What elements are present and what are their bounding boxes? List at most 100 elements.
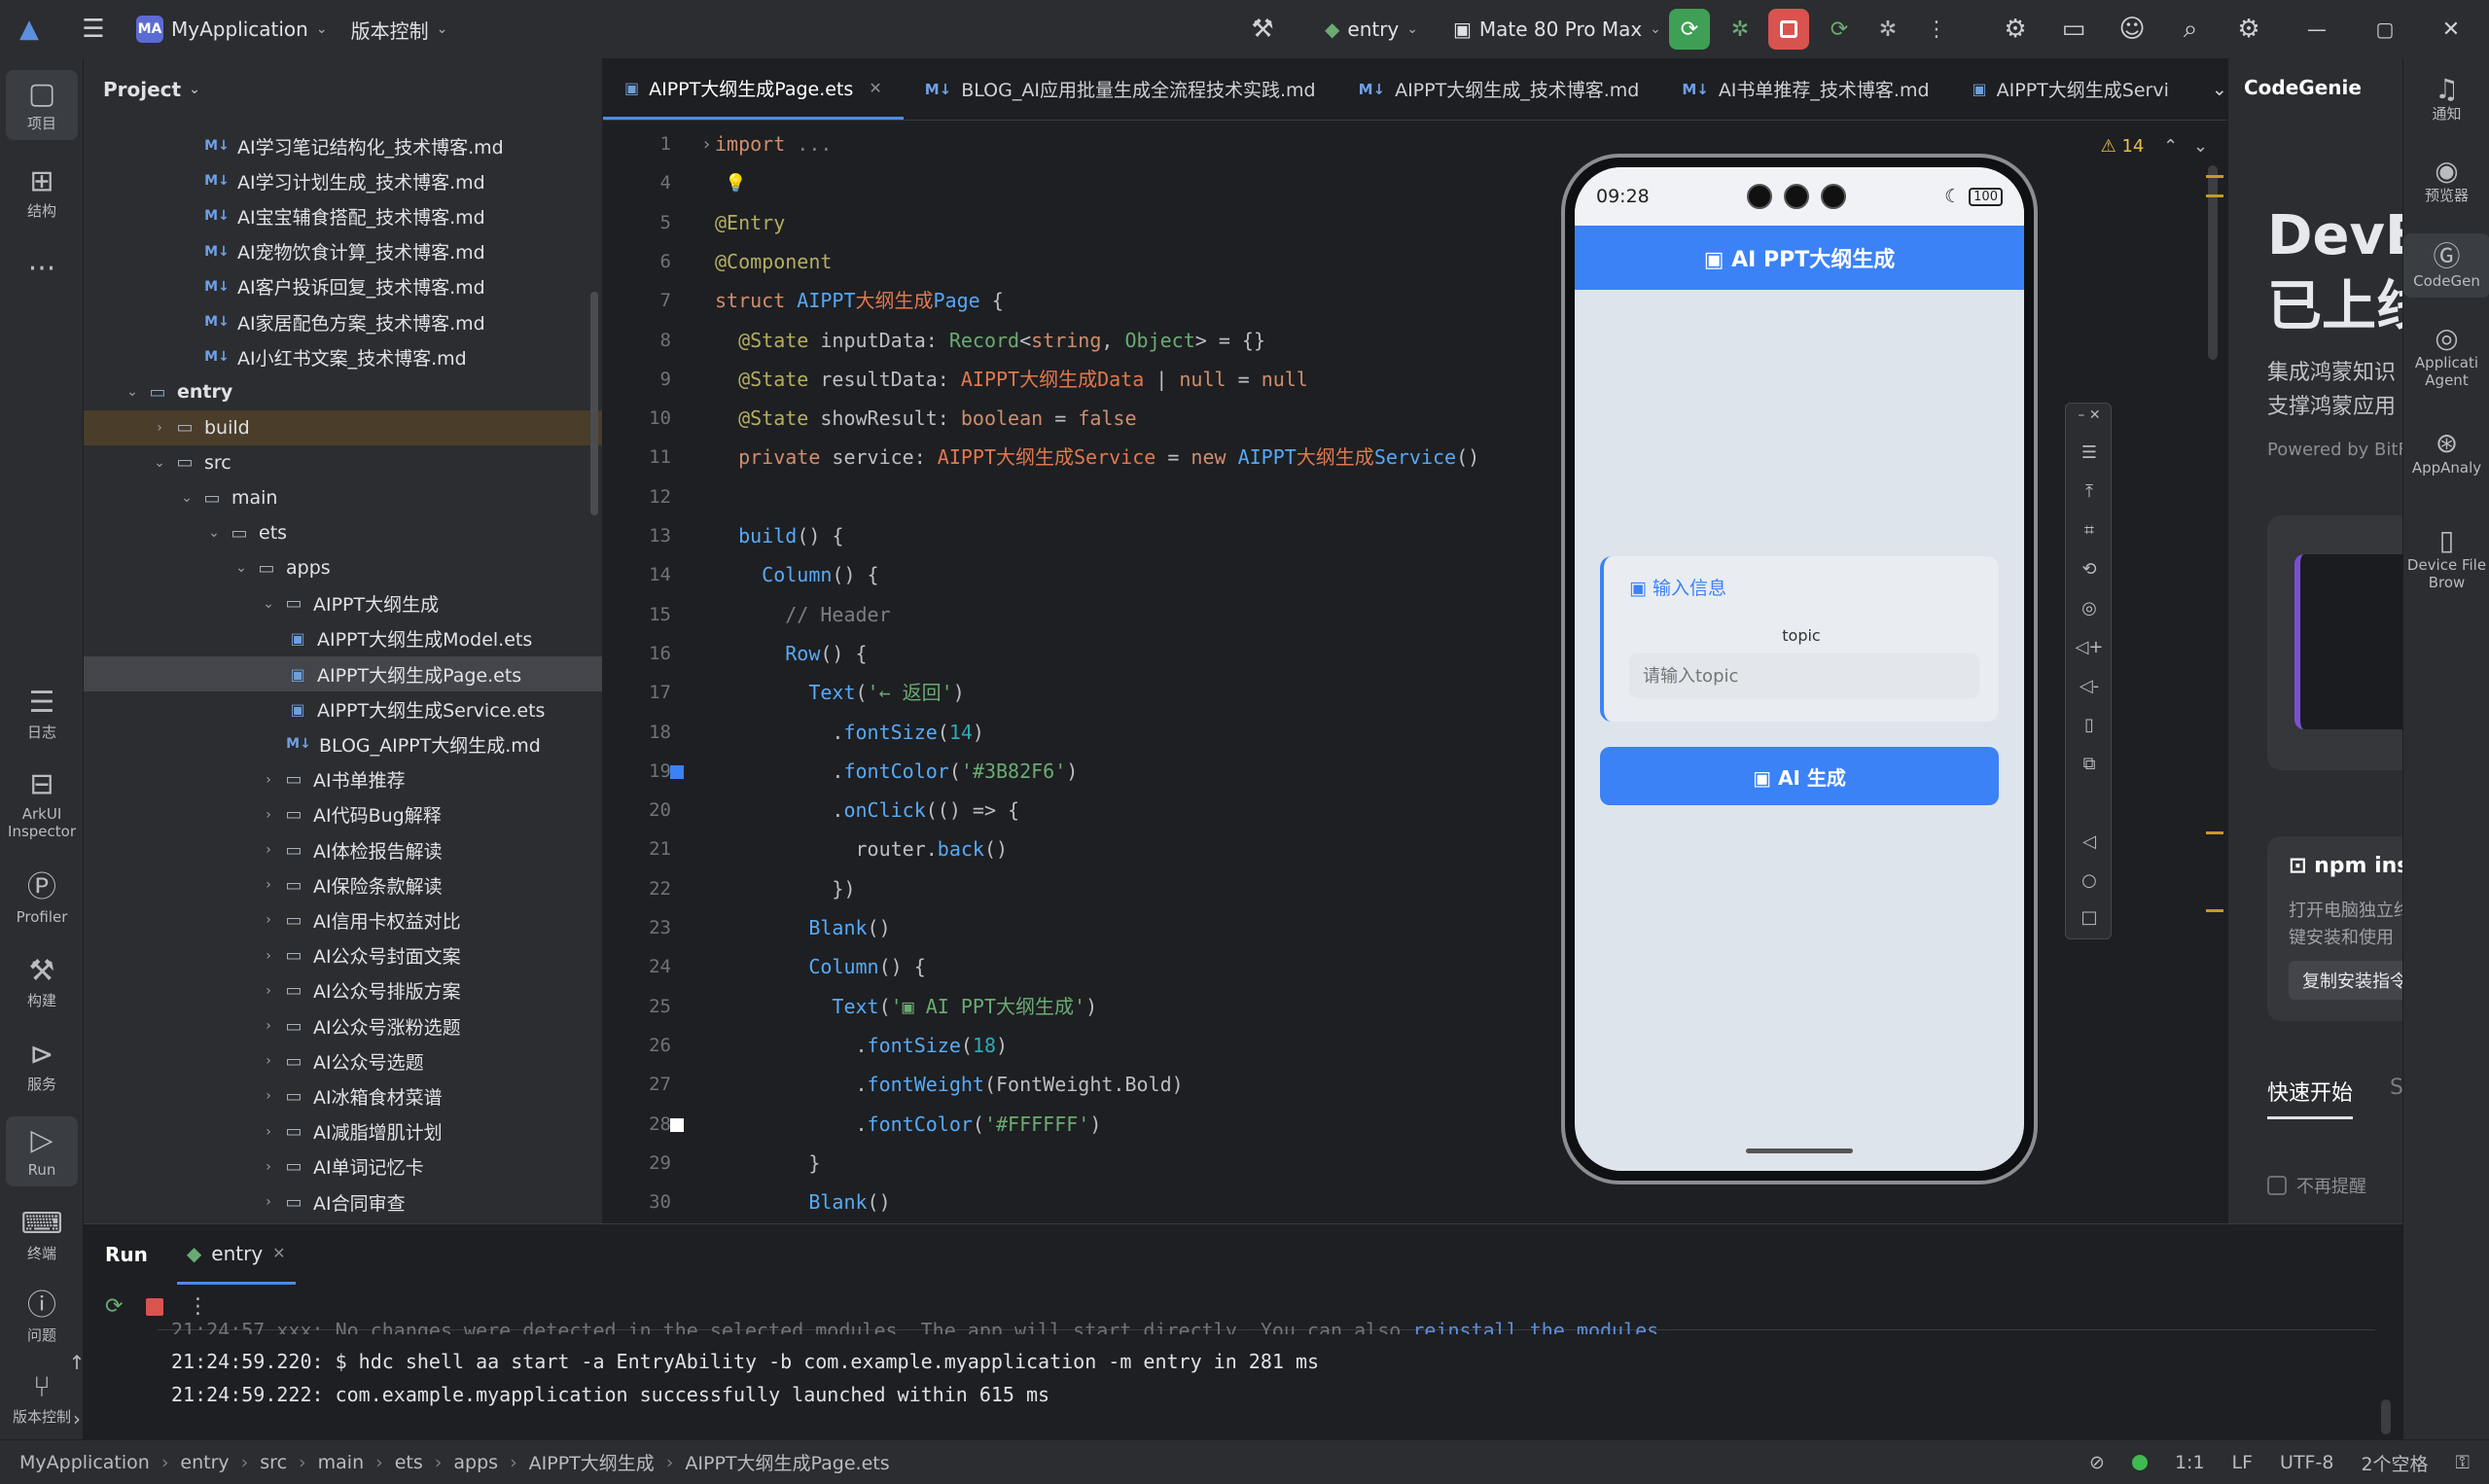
project-panel-header[interactable]: Project ⌄	[84, 58, 602, 121]
chevron-right-icon[interactable]: ›	[257, 807, 280, 823]
breadcrumb-item[interactable]: entry	[180, 1452, 229, 1473]
folder-open-icon[interactable]: ▭	[2054, 10, 2093, 49]
tree-item[interactable]: › ▭ build	[84, 409, 602, 445]
tab-skills[interactable]: Sk	[2390, 1076, 2402, 1100]
color-swatch-blue[interactable]	[670, 764, 684, 779]
device-selector[interactable]: ▣ Mate 80 Pro Max ⌄	[1443, 10, 1671, 49]
chevron-down-icon[interactable]: ⌄	[202, 525, 226, 541]
tree-item[interactable]: M↓ AI宠物饮食计算_技术博客.md	[84, 234, 602, 269]
tree-item[interactable]: ⌄ ▭ apps	[84, 550, 602, 585]
settings-gear-icon[interactable]: ⚙	[2229, 10, 2268, 49]
tool-build[interactable]: ⚒ 构建	[0, 955, 84, 1010]
color-swatch-white[interactable]	[670, 1117, 684, 1132]
chevron-right-icon[interactable]: ›	[257, 983, 280, 999]
breadcrumb-item[interactable]: AIPPT大纲生成	[529, 1449, 655, 1475]
tree-item[interactable]: › ▭ AI冰箱食材菜谱	[84, 1078, 602, 1113]
stop-icon[interactable]	[146, 1297, 164, 1316]
chevron-right-icon[interactable]: ›	[257, 1053, 280, 1069]
tree-item[interactable]: › ▭ AI保险条款解读	[84, 867, 602, 902]
tree-item[interactable]: M↓ AI小红书文案_技术博客.md	[84, 339, 602, 374]
crop-icon[interactable]: ⌗	[2066, 520, 2113, 541]
tab-page-ets[interactable]: ▣ AIPPT大纲生成Page.ets ✕	[603, 58, 904, 120]
apply-changes-button[interactable]: ⟳	[1819, 9, 1860, 50]
project-scrollbar[interactable]	[590, 292, 598, 515]
warning-indicator[interactable]: ⚠ 14 ⌃ ⌄	[2101, 136, 2208, 157]
tree-item[interactable]: M↓ AI宝宝辅食搭配_技术博客.md	[84, 198, 602, 233]
tree-item[interactable]: › ▭ AI单词记忆卡	[84, 1149, 602, 1184]
warning-marker[interactable]	[2206, 909, 2223, 912]
tool-codegenie[interactable]: Ⓖ CodeGen	[2403, 233, 2489, 298]
caret-position[interactable]: 1:1	[2175, 1452, 2205, 1473]
close-tab-icon[interactable]: ✕	[869, 79, 881, 97]
hammer-icon[interactable]: ⚒	[1243, 10, 1282, 49]
tree-item[interactable]: ▣ AIPPT大纲生成Page.ets	[84, 656, 602, 691]
tree-item[interactable]: › ▭ AI合同审查	[84, 1184, 602, 1219]
tree-item[interactable]: M↓ BLOG_AIPPT大纲生成.md	[84, 726, 602, 761]
chevron-right-icon[interactable]: ›	[257, 912, 280, 928]
rerun-button[interactable]: ⟳	[1669, 9, 1710, 50]
tab-blog-batch-md[interactable]: M↓ BLOG_AI应用批量生成全流程技术实践.md	[904, 58, 1337, 120]
dont-remind-checkbox[interactable]: 不再提醒	[2267, 1173, 2366, 1198]
tree-item[interactable]: › ▭ AI公众号封面文案	[84, 938, 602, 973]
tool-previewer[interactable]: ◉ 预览器	[2403, 156, 2489, 205]
tab-ppt-blog-md[interactable]: M↓ AIPPT大纲生成_技术博客.md	[1337, 58, 1661, 120]
copy-install-command-button[interactable]: 复制安装指令	[2289, 961, 2402, 1000]
breadcrumb-item[interactable]: MyApplication	[19, 1452, 150, 1473]
chevron-right-icon[interactable]: ›	[257, 1088, 280, 1104]
pin-top-icon[interactable]: ⤒	[2066, 481, 2113, 502]
tree-item[interactable]: ⌄ ▭ ets	[84, 515, 602, 550]
minimize-window-icon[interactable]: —	[2297, 10, 2336, 49]
tree-item[interactable]: ⌄ ▭ main	[84, 480, 602, 515]
tool-log[interactable]: ☰ 日志	[0, 687, 84, 742]
volume-down-icon[interactable]: ◁-	[2066, 676, 2113, 696]
warning-marker[interactable]	[2206, 194, 2223, 197]
expand-chevron-icon[interactable]: ›	[62, 1407, 91, 1431]
topic-input[interactable]	[1629, 654, 1979, 698]
warning-marker[interactable]	[2206, 175, 2223, 178]
tree-item[interactable]: ⌄ ▭ entry	[84, 374, 602, 409]
tool-project[interactable]: ▢ 项目	[6, 70, 78, 140]
chevron-right-icon[interactable]: ›	[257, 877, 280, 893]
ai-generate-button[interactable]: ▣ AI 生成	[1600, 747, 1999, 805]
chevron-right-icon[interactable]: ›	[257, 772, 280, 788]
project-switcher[interactable]: MA MyApplication ⌄	[126, 10, 338, 49]
attach-debugger-button[interactable]: ✲	[1867, 9, 1908, 50]
shake-icon[interactable]: ▯	[2066, 715, 2113, 735]
back-icon[interactable]: ◁	[2066, 831, 2113, 852]
tree-item[interactable]: › ▭ AI公众号涨粉选题	[84, 1008, 602, 1043]
volume-up-icon[interactable]: ◁+	[2066, 637, 2113, 657]
tool-profiler[interactable]: Ⓟ Profiler	[0, 871, 84, 927]
tool-services[interactable]: ⊳ 服务	[0, 1039, 84, 1094]
debug-button[interactable]: ✲	[1720, 9, 1760, 50]
tool-application-agent[interactable]: ◎ Applicati Agent	[2403, 323, 2489, 390]
run-output[interactable]: 21:24:57.xxx: No changes were detected i…	[158, 1319, 2375, 1436]
tree-item[interactable]: › ▭ AI公众号排版方案	[84, 973, 602, 1008]
chevron-right-icon[interactable]: ›	[148, 420, 171, 436]
tree-item[interactable]: ▣ AIPPT大纲生成Service.ets	[84, 691, 602, 726]
file-encoding[interactable]: UTF-8	[2280, 1452, 2333, 1473]
run-scrollbar[interactable]	[2381, 1399, 2391, 1434]
lightbulb-icon[interactable]: 💡	[725, 167, 746, 199]
run-tab-entry[interactable]: ◆ entry ✕	[176, 1224, 296, 1285]
fold-arrow-icon[interactable]: ›	[701, 128, 712, 160]
chevron-right-icon[interactable]: ›	[257, 1159, 280, 1175]
tree-item[interactable]: M↓ AI客户投诉回复_技术博客.md	[84, 269, 602, 304]
copy-icon[interactable]: ⧉	[2066, 754, 2113, 774]
tree-item[interactable]: › ▭ AI书单推荐	[84, 762, 602, 797]
tree-item[interactable]: › ▭ AI体检报告解读	[84, 832, 602, 867]
tool-run[interactable]: ▷ Run	[6, 1116, 78, 1186]
minimize-icon[interactable]: – ✕	[2066, 407, 2113, 423]
tree-item[interactable]: ⌄ ▭ AIPPT大纲生成	[84, 586, 602, 621]
tree-item[interactable]: ▣ AIPPT大纲生成Model.ets	[84, 621, 602, 656]
menu-icon[interactable]: ☰	[2066, 442, 2113, 463]
chevron-down-icon[interactable]: ⌄	[148, 455, 171, 471]
rerun-icon[interactable]: ⟳	[105, 1294, 123, 1319]
lock-icon[interactable]: ⚿	[2456, 1452, 2470, 1473]
tool-device-file-browser[interactable]: ▯ Device File Brow	[2403, 525, 2489, 592]
power-save-icon[interactable]: ⊘	[2089, 1452, 2105, 1473]
tree-item[interactable]: › ▭ AI信用卡权益对比	[84, 902, 602, 937]
main-menu-icon[interactable]: ☰	[74, 10, 113, 49]
status-ok-icon[interactable]	[2131, 1455, 2148, 1470]
close-tab-icon[interactable]: ✕	[272, 1244, 285, 1262]
tree-item[interactable]: M↓ AI家居配色方案_技术博客.md	[84, 304, 602, 339]
